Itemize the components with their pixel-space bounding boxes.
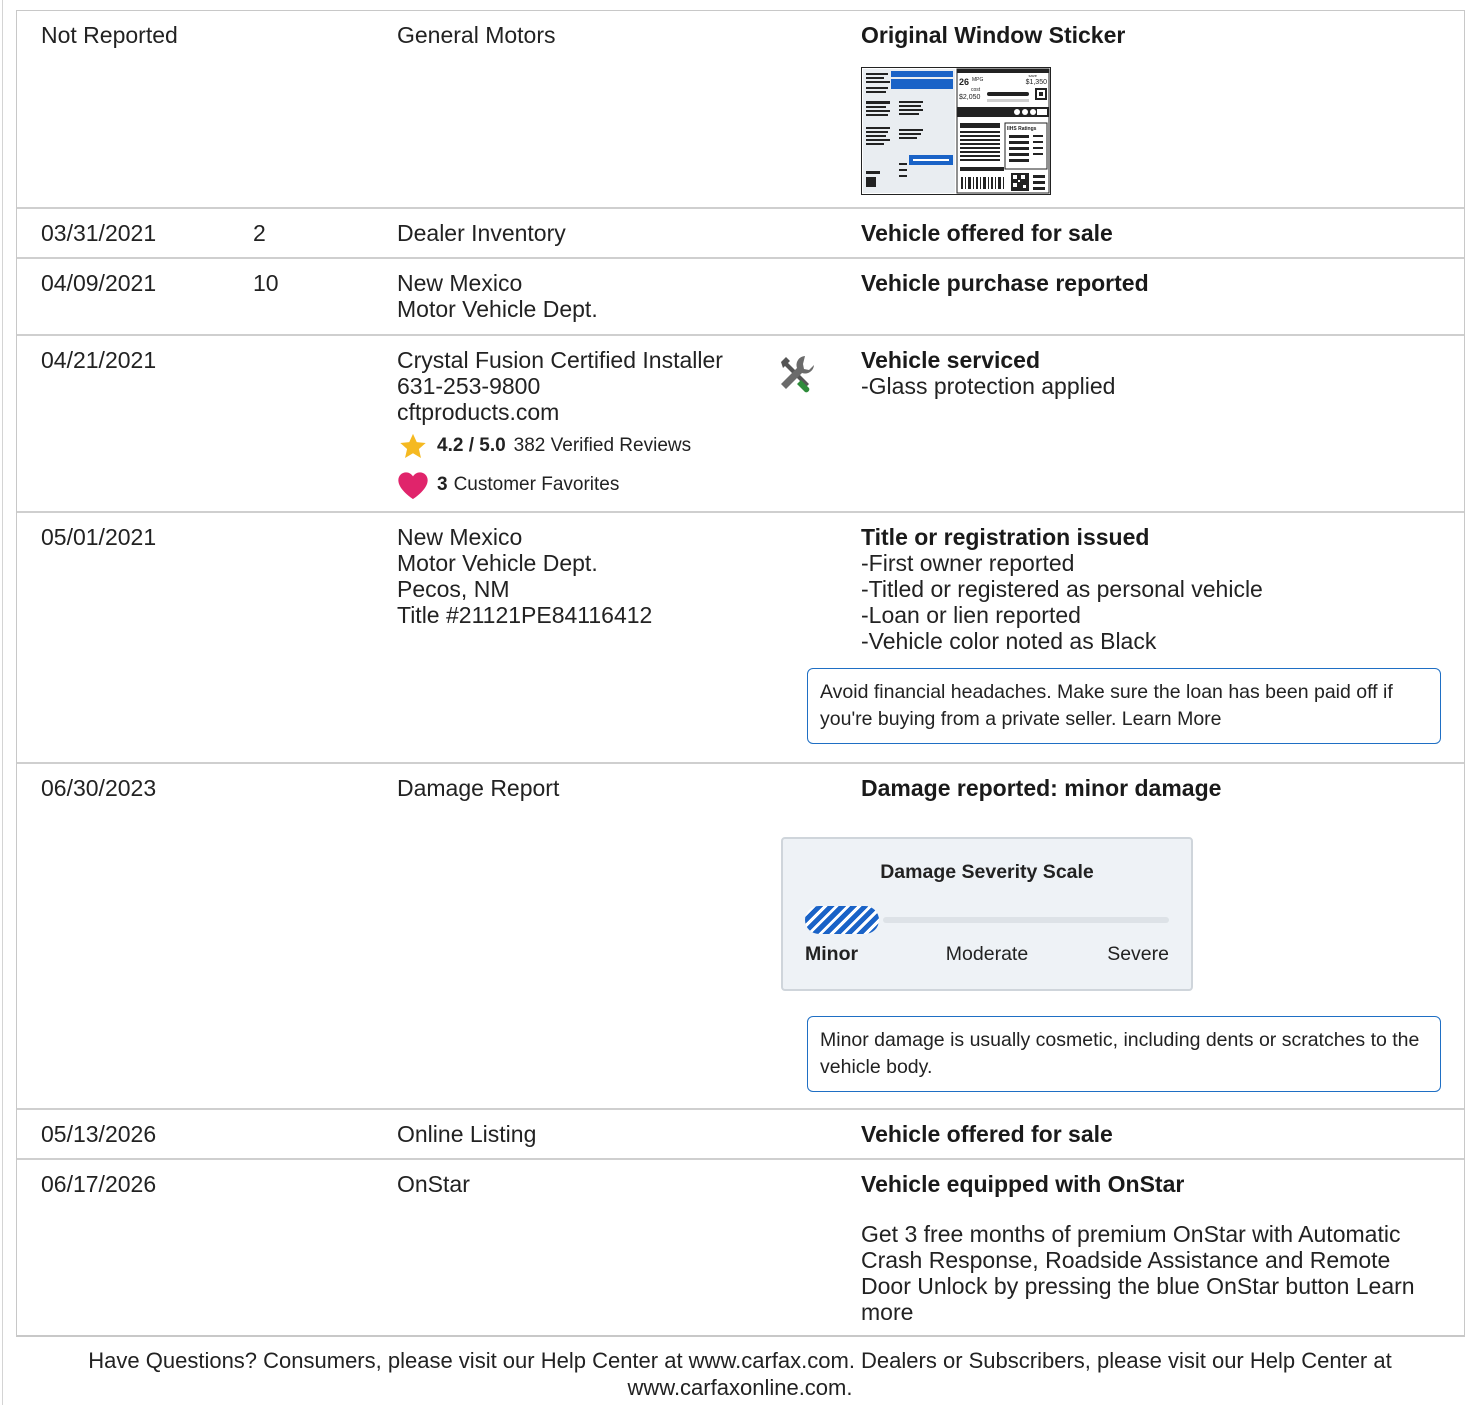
source-line: Damage Report [397,775,560,801]
sticker-cost-label: cost [971,87,981,93]
row-description-title: Title or registration issued [861,524,1150,550]
source-phone[interactable]: 631-253-9800 [397,373,777,399]
row-description-title: Vehicle offered for sale [861,220,1113,246]
loan-tip-box[interactable]: Avoid financial headaches. Make sure the… [807,668,1441,744]
row-description: Vehicle serviced -Glass protection appli… [861,347,1451,399]
history-row: Not Reported General Motors Original Win… [17,11,1464,207]
source-line: Motor Vehicle Dept. [397,296,598,322]
detail-item: -Vehicle color noted as Black [861,628,1157,654]
row-source: General Motors [397,22,777,48]
row-date: Not Reported [41,22,178,48]
favorites-line[interactable]: 3 Customer Favorites [397,470,777,500]
row-description-title: Vehicle purchase reported [861,270,1149,296]
source-website-link[interactable]: cftproducts.com [397,399,777,425]
history-row: 05/01/2021 New Mexico Motor Vehicle Dept… [17,511,1464,762]
row-source: Crystal Fusion Certified Installer 631-2… [397,347,777,500]
row-source: Online Listing [397,1121,777,1147]
source-line: General Motors [397,22,556,48]
row-description: Vehicle equipped with OnStar Get 3 free … [861,1171,1451,1325]
service-tools-icon [775,352,819,401]
history-row: 04/21/2021 Crystal Fusion Certified Inst… [17,334,1464,511]
star-icon [397,431,429,461]
source-line: Dealer Inventory [397,220,566,246]
sticker-save: save [1029,73,1038,78]
source-line: New Mexico [397,524,523,550]
detail-item: -Glass protection applied [861,373,1116,399]
history-row: 03/31/2021 2 Dealer Inventory Vehicle of… [17,207,1464,257]
sticker-cost-amount: $2,050 [959,94,981,101]
source-line: Pecos, NM [397,576,510,602]
sticker-ihs-label: IIHS Ratings [1007,126,1037,132]
sticker-mpg-unit: MPG [972,77,984,83]
source-line: Motor Vehicle Dept. [397,550,598,576]
row-description: Title or registration issued -First owne… [861,524,1451,654]
row-source: New Mexico Motor Vehicle Dept. [397,270,777,322]
severity-fill-indicator [805,906,879,934]
row-source: Dealer Inventory [397,220,777,246]
row-date: 06/17/2026 [41,1171,157,1197]
row-source: OnStar [397,1171,777,1197]
row-date: 04/09/2021 [41,270,157,296]
rating-reviews: 382 Verified Reviews [513,435,692,456]
vehicle-history-table: Not Reported General Motors Original Win… [16,10,1465,1337]
severity-scale-title: Damage Severity Scale [880,861,1094,883]
history-row: 05/13/2026 Online Listing Vehicle offere… [17,1108,1464,1158]
source-line: OnStar [397,1171,470,1197]
source-line: Online Listing [397,1121,537,1147]
row-odometer: 10 [253,270,279,296]
history-row: 06/30/2023 Damage Report Damage reported… [17,762,1464,1108]
favorites-label: Customer Favorites [453,474,620,495]
help-footer: Have Questions? Consumers, please visit … [88,1348,1392,1400]
damage-severity-scale: Damage Severity Scale Minor Moderate Sev… [781,837,1193,991]
source-line: Crystal Fusion Certified Installer [397,347,723,373]
damage-tip-box: Minor damage is usually cosmetic, includ… [807,1016,1441,1092]
row-description-title: Vehicle equipped with OnStar [861,1171,1185,1197]
row-description-title: Damage reported: minor damage [861,775,1222,801]
sticker-save-amount: $1,350 [1026,79,1048,86]
row-date: 05/13/2026 [41,1121,157,1147]
row-description-title: Vehicle serviced [861,347,1041,373]
history-row: 04/09/2021 10 New Mexico Motor Vehicle D… [17,257,1464,334]
detail-item: -Titled or registered as personal vehicl… [861,576,1263,602]
rating-line[interactable]: 4.2 / 5.0 382 Verified Reviews [397,431,777,461]
detail-item: -Loan or lien reported [861,602,1081,628]
favorites-count: 3 [437,474,448,495]
row-date: 05/01/2021 [41,524,157,550]
source-line: Title #21121PE84116412 [397,602,653,628]
severity-track [883,917,1169,923]
sticker-mpg: 26 [959,77,969,87]
row-description-title: Original Window Sticker [861,22,1126,48]
detail-item: -First owner reported [861,550,1075,576]
row-source: Damage Report [397,775,777,801]
row-date: 04/21/2021 [41,347,157,373]
row-source: New Mexico Motor Vehicle Dept. Pecos, NM… [397,524,777,628]
source-line: New Mexico [397,270,523,296]
row-date: 03/31/2021 [41,220,157,246]
history-row: 06/17/2026 OnStar Vehicle equipped with … [17,1158,1464,1335]
window-sticker-thumbnail[interactable]: 26 MPG save $1,350 cost $2,050 IIHS Rati… [861,67,1051,195]
page-left-border [2,0,3,1405]
row-description-title: Vehicle offered for sale [861,1121,1113,1147]
row-date: 06/30/2023 [41,775,157,801]
severity-label-severe: Severe [1107,943,1169,965]
rating-score: 4.2 / 5.0 [437,435,506,456]
row-odometer: 2 [253,220,266,246]
onstar-promo-text[interactable]: Get 3 free months of premium OnStar with… [861,1221,1436,1325]
heart-icon [397,470,429,500]
